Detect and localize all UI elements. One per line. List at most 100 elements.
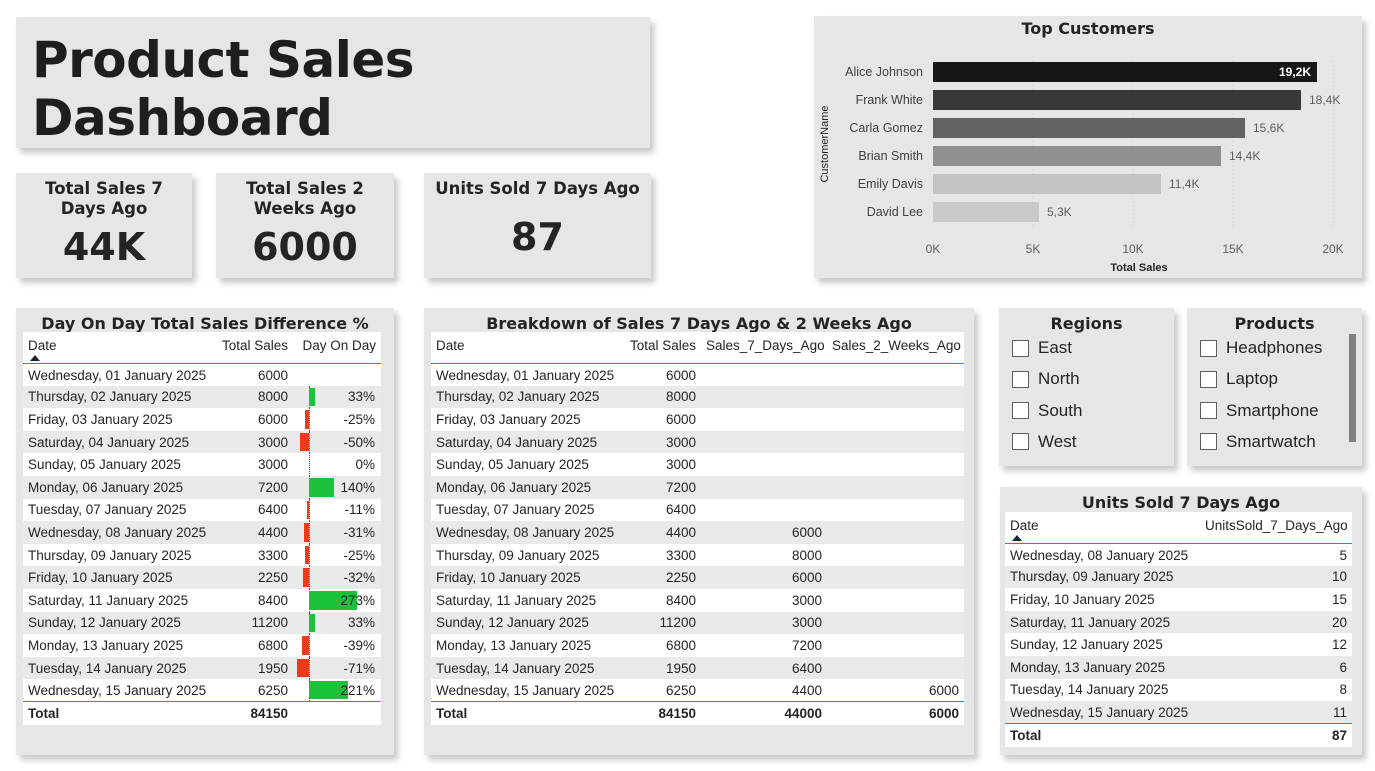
slicer-item-west[interactable]: West <box>1012 432 1076 452</box>
bar[interactable] <box>933 62 1317 82</box>
units-sold-table[interactable]: Date UnitsSold_7_Days_Ago Wednesday, 08 … <box>1005 512 1352 747</box>
checkbox[interactable] <box>1012 402 1029 420</box>
day-on-day-table[interactable]: Date Total Sales Day On Day Wednesday, 0… <box>23 332 381 725</box>
total-label: Total <box>436 706 468 722</box>
table-row[interactable]: Wednesday, 15 January 2025 6250 4400 6000 <box>431 679 964 702</box>
date-cell: Wednesday, 15 January 2025 <box>1010 704 1189 720</box>
sort-ascending-icon[interactable] <box>30 355 40 361</box>
sales-7-days-ago-cell: 3000 <box>791 615 822 631</box>
column-header-day-on-day[interactable]: Day On Day <box>293 332 381 363</box>
total-sales-cell: 8000 <box>665 389 696 405</box>
column-header-total-sales[interactable]: Total Sales <box>216 332 293 363</box>
table-row[interactable]: Saturday, 04 January 2025 3000 -50% <box>23 430 381 454</box>
table-row[interactable]: Saturday, 11 January 2025 20 <box>1005 610 1352 634</box>
units-sold-cell: 5 <box>1339 548 1347 564</box>
date-cell: Wednesday, 01 January 2025 <box>436 368 615 384</box>
table-row[interactable]: Sunday, 12 January 2025 11200 33% <box>23 611 381 635</box>
kpi-card-units-sold-7-days: Units Sold 7 Days Ago 87 <box>424 173 651 278</box>
table-row[interactable]: Wednesday, 15 January 2025 11 <box>1005 701 1352 724</box>
slicer-item-north[interactable]: North <box>1012 369 1080 389</box>
bar[interactable] <box>933 174 1161 194</box>
checkbox[interactable] <box>1200 402 1217 420</box>
column-header-sales-7-days-ago[interactable]: Sales_7_Days_Ago <box>701 332 827 363</box>
slicer-scrollbar[interactable] <box>1349 334 1356 442</box>
bar[interactable] <box>933 118 1245 138</box>
bar[interactable] <box>933 90 1301 110</box>
table-row[interactable]: Thursday, 09 January 2025 10 <box>1005 565 1352 589</box>
units-sold-cell: 6 <box>1339 659 1347 675</box>
table-row[interactable]: Monday, 06 January 2025 7200 140% <box>23 475 381 499</box>
bar[interactable] <box>933 202 1039 222</box>
sales-7-days-ago-cell <box>701 408 827 431</box>
column-header-date[interactable]: Date <box>1005 512 1200 543</box>
table-row[interactable]: Thursday, 02 January 2025 8000 <box>431 385 964 409</box>
table-row[interactable]: Thursday, 02 January 2025 8000 33% <box>23 385 381 409</box>
table-row[interactable]: Monday, 13 January 2025 6800 -39% <box>23 634 381 657</box>
date-cell: Tuesday, 14 January 2025 <box>436 660 595 676</box>
breakdown-table[interactable]: Date Total Sales Sales_7_Days_Ago Sales_… <box>431 332 964 725</box>
table-row[interactable]: Sunday, 12 January 2025 11200 3000 <box>431 611 964 635</box>
table-row[interactable]: Tuesday, 14 January 2025 1950 6400 <box>431 656 964 680</box>
column-header-total-sales[interactable]: Total Sales <box>623 332 701 363</box>
table-row[interactable]: Friday, 10 January 2025 2250 -32% <box>23 566 381 589</box>
table-row[interactable]: Monday, 13 January 2025 6 <box>1005 655 1352 679</box>
table-row[interactable]: Saturday, 11 January 2025 8400 3000 <box>431 589 964 612</box>
kpi-value: 87 <box>511 215 564 259</box>
table-title: Breakdown of Sales 7 Days Ago & 2 Weeks … <box>486 314 912 333</box>
date-cell: Saturday, 04 January 2025 <box>436 434 598 450</box>
sort-ascending-icon[interactable] <box>1012 535 1022 541</box>
slicer-item-smartphone[interactable]: Smartphone <box>1200 401 1319 421</box>
day-on-day-table-card: Day On Day Total Sales Difference % Date… <box>16 308 394 755</box>
total-sales-cell: 3000 <box>257 457 288 473</box>
table-row[interactable]: Saturday, 11 January 2025 8400 273% <box>23 588 381 612</box>
slicer-item-laptop[interactable]: Laptop <box>1200 369 1278 389</box>
table-row[interactable]: Tuesday, 14 January 2025 8 <box>1005 679 1352 702</box>
table-row[interactable]: Wednesday, 15 January 2025 6250 221% <box>23 679 381 702</box>
table-row[interactable]: Friday, 03 January 2025 6000 -25% <box>23 408 381 431</box>
checkbox[interactable] <box>1012 370 1029 388</box>
column-header-units-sold[interactable]: UnitsSold_7_Days_Ago <box>1200 512 1352 543</box>
data-label: 14,4K <box>1229 149 1260 163</box>
column-header-date[interactable]: Date <box>23 332 216 363</box>
table-row[interactable]: Tuesday, 14 January 2025 1950 -71% <box>23 656 381 680</box>
table-row[interactable]: Sunday, 12 January 2025 12 <box>1005 633 1352 656</box>
table-row[interactable]: Tuesday, 07 January 2025 6400 -11% <box>23 498 381 522</box>
table-row[interactable]: Tuesday, 07 January 2025 6400 <box>431 499 964 522</box>
checkbox[interactable] <box>1200 339 1217 357</box>
checkbox[interactable] <box>1012 339 1029 357</box>
day-on-day-value: -11% <box>344 502 375 518</box>
table-row[interactable]: Monday, 06 January 2025 7200 <box>431 475 964 499</box>
table-row[interactable]: Wednesday, 08 January 2025 5 <box>1005 543 1352 566</box>
table-row[interactable]: Thursday, 09 January 2025 3300 8000 <box>431 544 964 567</box>
slicer-item-label: South <box>1038 400 1083 420</box>
bar[interactable] <box>933 146 1221 166</box>
slicer-item-south[interactable]: South <box>1012 401 1082 421</box>
table-row[interactable]: Monday, 13 January 2025 6800 7200 <box>431 634 964 657</box>
table-row[interactable]: Friday, 03 January 2025 6000 <box>431 408 964 431</box>
checkbox[interactable] <box>1012 433 1029 451</box>
data-label: 11,4K <box>1169 177 1199 191</box>
checkbox[interactable] <box>1200 433 1217 451</box>
table-row[interactable]: Wednesday, 01 January 2025 6000 <box>23 363 381 386</box>
sales-7-days-ago-cell <box>701 386 827 409</box>
table-row[interactable]: Saturday, 04 January 2025 3000 <box>431 430 964 454</box>
slicer-item-east[interactable]: East <box>1012 338 1072 358</box>
date-cell: Saturday, 04 January 2025 <box>28 434 190 450</box>
table-row[interactable]: Friday, 10 January 2025 2250 6000 <box>431 566 964 589</box>
slicer-title: Regions <box>1050 314 1123 333</box>
table-row[interactable]: Wednesday, 08 January 2025 4400 6000 <box>431 521 964 544</box>
day-on-day-value: 33% <box>347 389 375 405</box>
column-header-sales-2-weeks-ago[interactable]: Sales_2_Weeks_Ago <box>827 332 964 363</box>
table-row[interactable]: Wednesday, 01 January 2025 6000 <box>431 363 964 386</box>
table-row[interactable]: Sunday, 05 January 2025 3000 0% <box>23 453 381 476</box>
table-row[interactable]: Friday, 10 January 2025 15 <box>1005 588 1352 611</box>
sales-2-weeks-ago-cell <box>827 431 964 454</box>
dashboard-title-card: Product Sales Dashboard <box>16 17 650 148</box>
table-row[interactable]: Sunday, 05 January 2025 3000 <box>431 453 964 476</box>
column-header-date[interactable]: Date <box>431 332 623 363</box>
table-row[interactable]: Thursday, 09 January 2025 3300 -25% <box>23 543 381 567</box>
checkbox[interactable] <box>1200 370 1217 388</box>
table-row[interactable]: Wednesday, 08 January 2025 4400 -31% <box>23 521 381 544</box>
slicer-item-smartwatch[interactable]: Smartwatch <box>1200 432 1316 452</box>
slicer-item-headphones[interactable]: Headphones <box>1200 338 1322 358</box>
